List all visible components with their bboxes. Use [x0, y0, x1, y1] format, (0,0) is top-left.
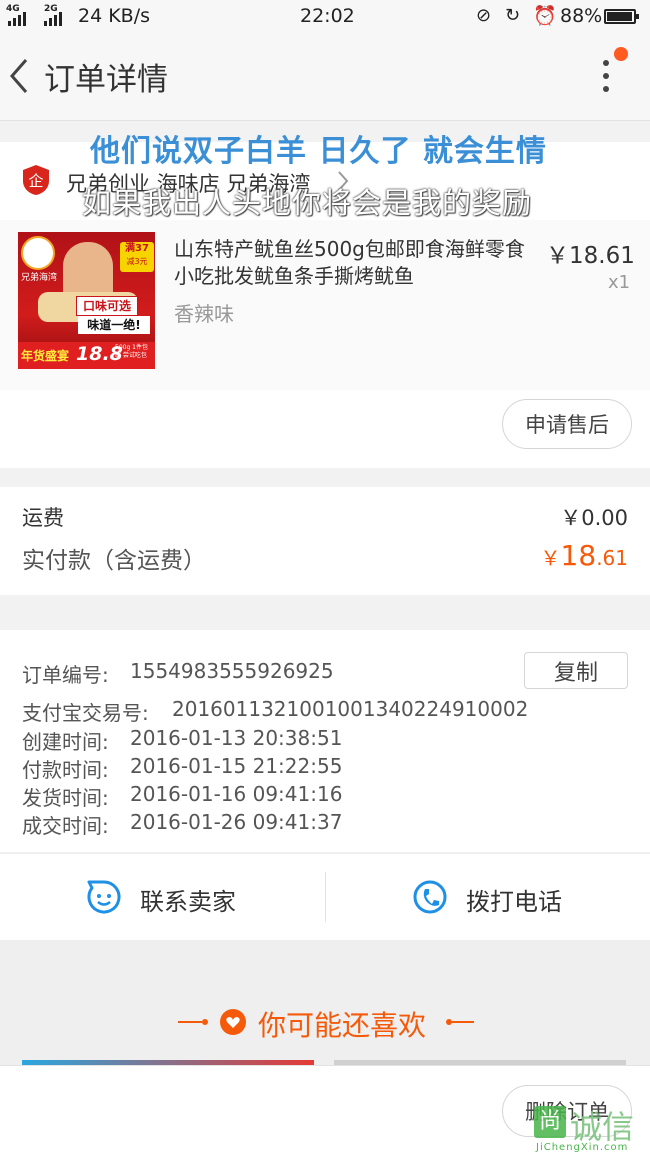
call-phone-label: 拨打电话 [466, 888, 562, 916]
recommend-section: 你可能还喜欢 [0, 940, 650, 1065]
completed-time: 2016-01-26 09:41:37 [130, 810, 343, 834]
alipay-label: 支付宝交易号: [22, 701, 149, 725]
thumb-brand: 兄弟海湾 [21, 273, 58, 283]
order-number-row: 订单编号: 1554983555926925 [22, 659, 334, 688]
page-title: 订单详情 [44, 62, 168, 98]
thumb-note: 500g 1件包邮 尝试吃包 [115, 344, 148, 359]
thumb-slogan-1: 口味可选 [76, 296, 138, 316]
order-info-section: 订单编号: 1554983555926925 复制 支付宝交易号: 201601… [0, 630, 650, 852]
site-watermark: 尚 诚信 JiChengXin.com [534, 1104, 646, 1154]
created-row: 创建时间: 2016-01-13 20:38:51 [22, 726, 342, 755]
created-time: 2016-01-13 20:38:51 [130, 726, 343, 750]
shipped-row: 发货时间: 2016-01-16 09:41:16 [22, 782, 342, 811]
payment-summary: 运费 ￥0.00 实付款（含运费） ￥18.61 [0, 487, 650, 595]
after-sales-button[interactable]: 申请售后 [502, 399, 632, 449]
product-quantity: x1 [608, 272, 631, 293]
alipay-number: 2016011321001001340224910002 [172, 697, 529, 721]
copy-button[interactable]: 复制 [524, 652, 628, 689]
product-sku: 香辣味 [174, 302, 234, 326]
battery-percent: 88% [560, 5, 603, 27]
paid-row: 付款时间: 2016-01-15 21:22:55 [22, 754, 342, 783]
total-int: 18 [560, 539, 597, 572]
recommend-line-left [178, 1021, 202, 1023]
phone-icon [413, 880, 447, 914]
shop-badge-icon: 企 [23, 165, 49, 195]
completed-label: 成交时间: [22, 814, 109, 838]
shipping-value: ￥0.00 [560, 506, 628, 530]
clock: 22:02 [300, 5, 355, 27]
overlay-caption-2: 如果我出人头地你将会是我的奖励 [82, 186, 533, 220]
order-number-label: 订单编号: [22, 663, 109, 687]
call-phone-button[interactable]: 拨打电话 [326, 854, 650, 940]
thumb-banner-text: 年货盛宴 [21, 349, 70, 363]
battery-icon [604, 9, 639, 24]
alipay-row: 支付宝交易号: 2016011321001001340224910002 [22, 697, 528, 726]
recommend-title: 你可能还喜欢 [258, 1009, 427, 1042]
network-speed: 24 KB/s [78, 5, 151, 27]
contact-actions: 联系卖家 拨打电话 [0, 853, 650, 941]
thumb-badge-top: 满37 [125, 243, 149, 254]
vibrate-icon: ⊘ [476, 5, 492, 26]
recommend-dot-left [202, 1019, 208, 1025]
contact-seller-label: 联系卖家 [140, 888, 236, 916]
status-bar: 4G 2G 24 KB/s 22:02 ⊘ ↻ ⏰ 88% [0, 0, 650, 34]
thumb-badge: 满37 减3元 [120, 242, 154, 272]
signal-icon-2 [44, 12, 62, 26]
product-price: ￥18.61 [546, 243, 635, 269]
alarm-icon: ⏰ [533, 5, 557, 27]
total-label: 实付款（含运费） [22, 548, 206, 574]
chat-face-icon [87, 880, 121, 914]
product-title[interactable]: 山东特产鱿鱼丝500g包邮即食海鲜零食小吃批发鱿鱼条手撕烤鱿鱼 [174, 236, 530, 290]
total-dec: .61 [596, 546, 628, 570]
order-number: 1554983555926925 [130, 659, 334, 683]
total-currency: ￥ [540, 546, 561, 570]
paid-time: 2016-01-15 21:22:55 [130, 754, 343, 778]
recommend-line-right [452, 1021, 474, 1023]
watermark-url: JiChengXin.com [536, 1142, 629, 1153]
back-arrow-icon[interactable] [8, 56, 30, 96]
overlay-caption-1: 他们说双子白羊 日久了 就会生情 [90, 134, 547, 169]
paid-label: 付款时间: [22, 758, 109, 782]
rotation-lock-icon: ↻ [505, 5, 521, 26]
heart-icon [220, 1009, 246, 1035]
notification-dot [614, 47, 628, 61]
total-paid: ￥18.61 [541, 539, 628, 572]
shipped-time: 2016-01-16 09:41:16 [130, 782, 343, 806]
more-menu-icon[interactable] [592, 56, 622, 102]
svg-text:企: 企 [28, 172, 43, 190]
product-thumbnail[interactable]: 兄弟海湾 满37 减3元 口味可选 味道一绝! 年货盛宴 18.8 500g 1… [18, 232, 155, 369]
created-label: 创建时间: [22, 730, 109, 754]
thumb-banner: 年货盛宴 18.8 500g 1件包邮 尝试吃包 [18, 342, 155, 369]
shipping-label: 运费 [22, 506, 64, 530]
contact-seller-button[interactable]: 联系卖家 [0, 854, 325, 940]
shipped-label: 发货时间: [22, 786, 109, 810]
app-header: 订单详情 [0, 34, 650, 121]
thumb-badge-bottom: 减3元 [126, 257, 148, 266]
watermark-logo-icon: 尚 [534, 1106, 566, 1138]
brand-mascot-icon [21, 236, 55, 270]
completed-row: 成交时间: 2016-01-26 09:41:37 [22, 810, 342, 839]
thumb-slogan-2: 味道一绝! [78, 316, 150, 334]
signal-icon [8, 12, 26, 26]
